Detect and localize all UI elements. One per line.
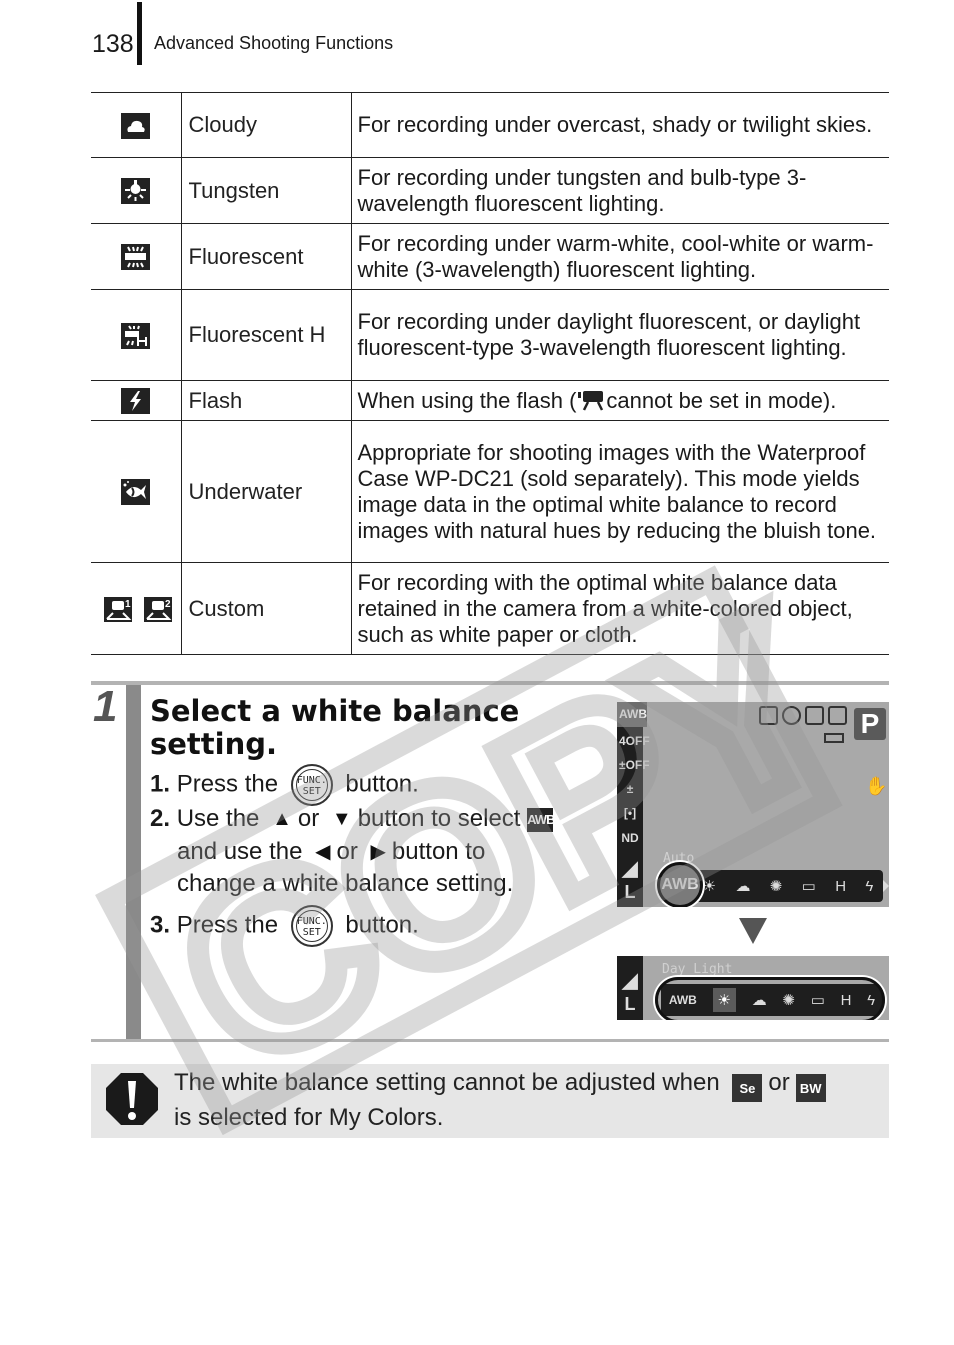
strip-scroll-right-icon [883, 880, 889, 892]
right-arrow-icon: ▶ [370, 841, 386, 863]
left-arrow-icon: ◀ [315, 841, 331, 863]
camera-menu-column: ◢ L [617, 956, 643, 1020]
camera-screen-auto: AWB 4OFF ±OFF ± [•] ND ◢ L P ✋ Auto ☀ ☁ … [617, 702, 889, 907]
lock-icon [828, 706, 847, 725]
wb-name: Fluorescent [181, 223, 352, 290]
caution-note: The white balance setting cannot be adju… [91, 1064, 889, 1138]
shooting-mode-badge: P [854, 708, 886, 740]
wb-name: Tungsten [181, 157, 352, 224]
step-number: 1 [93, 682, 118, 731]
table-row: Fluorescent H For recording under daylig… [91, 289, 889, 381]
table-row: Tungsten For recording under tungsten an… [91, 157, 889, 224]
step-top-divider [91, 681, 889, 685]
wb-description: Appropriate for shooting images with the… [351, 420, 889, 563]
table-row: Fluorescent For recording under warm-whi… [91, 223, 889, 290]
down-triangle-icon [739, 918, 767, 944]
tungsten-icon [121, 178, 151, 205]
table-row: Flash When using the flash ( cannot be se… [91, 380, 889, 421]
cloudy-icon [121, 112, 151, 139]
note-text-line-2: is selected for My Colors. [174, 1104, 444, 1131]
frame-icon [805, 706, 824, 725]
menu-awb: AWB [617, 702, 647, 727]
white-balance-table: Cloudy For recording under overcast, sha… [91, 92, 889, 655]
table-row: Cloudy For recording under overcast, sha… [91, 92, 889, 158]
wb-name: Cloudy [181, 92, 352, 158]
up-arrow-icon: ▲ [272, 808, 292, 830]
header-divider [137, 2, 142, 65]
section-title: Advanced Shooting Functions [154, 33, 394, 53]
wb-name: Underwater [181, 420, 352, 563]
fluorescent-h-icon [121, 322, 151, 349]
battery-icon [824, 733, 844, 743]
wb-description: For recording under warm-white, cool-whi… [351, 223, 889, 290]
step-heading: Select a white balance setting. [150, 694, 520, 761]
selected-awb-highlight: AWB [657, 862, 703, 907]
sepia-icon: Se [732, 1074, 763, 1102]
instruction-3: 3. Press the FUNC. SET button. [150, 905, 419, 947]
movie-mode-icon [576, 389, 606, 411]
underwater-icon [121, 479, 151, 506]
wb-name: Fluorescent H [181, 289, 352, 381]
fluorescent-icon [121, 244, 151, 271]
caution-icon [106, 1073, 158, 1125]
flash-off-icon [782, 706, 801, 725]
wb-name: Custom [181, 562, 352, 655]
camera-menu-column: AWB 4OFF ±OFF ± [•] ND ◢ L [617, 702, 650, 907]
custom-2-icon: 2 [144, 596, 173, 622]
func-set-button-icon: FUNC. SET [290, 905, 333, 947]
camera-shake-icon: ✋ [865, 776, 888, 796]
flash-icon [121, 388, 151, 415]
custom-1-icon: 1 [104, 596, 132, 622]
camera-screen-daylight: ◢ L Day Light AWB ☀ ☁ ✺ ▭ H ϟ [617, 956, 889, 1020]
table-row: Underwater Appropriate for shooting imag… [91, 420, 889, 563]
wb-description: For recording under tungsten and bulb-ty… [351, 157, 889, 224]
wb-description: For recording with the optimal white bal… [351, 562, 889, 655]
wb-name: Flash [181, 380, 352, 421]
step-side-bar [126, 685, 141, 1039]
iso-auto-icon [759, 706, 778, 725]
instruction-1: 1. Press the FUNC. SET button. [150, 764, 419, 806]
svg-text:2: 2 [165, 599, 171, 610]
black-white-icon: BW [795, 1074, 826, 1102]
page-number: 138 [92, 30, 134, 58]
func-set-button-icon: FUNC. SET [290, 764, 333, 806]
instruction-2-line-2: and use the ◀ or ▶ button to [177, 836, 485, 868]
current-setting-label: Day Light [662, 962, 733, 977]
instruction-2: 2. Use the ▲ or ▼ button to select AWB [150, 803, 555, 835]
wb-description: When using the flash ( [357, 387, 577, 413]
svg-text:1: 1 [125, 599, 131, 610]
wb-description: cannot be set in mode). [606, 387, 837, 413]
step-bottom-divider [91, 1039, 889, 1042]
instruction-2-line-3: change a white balance setting. [177, 870, 514, 897]
table-row: 1 2 Custom For recording with the optima… [91, 562, 889, 655]
wb-description: For recording under overcast, shady or t… [351, 92, 889, 158]
note-text: The white balance setting cannot be adju… [174, 1069, 720, 1096]
wb-description: For recording under daylight fluorescent… [351, 289, 889, 381]
awb-icon: AWB [527, 808, 555, 832]
down-arrow-icon: ▼ [331, 808, 352, 830]
camera-status-icons [759, 706, 847, 725]
strip-highlight-oval [655, 977, 885, 1020]
